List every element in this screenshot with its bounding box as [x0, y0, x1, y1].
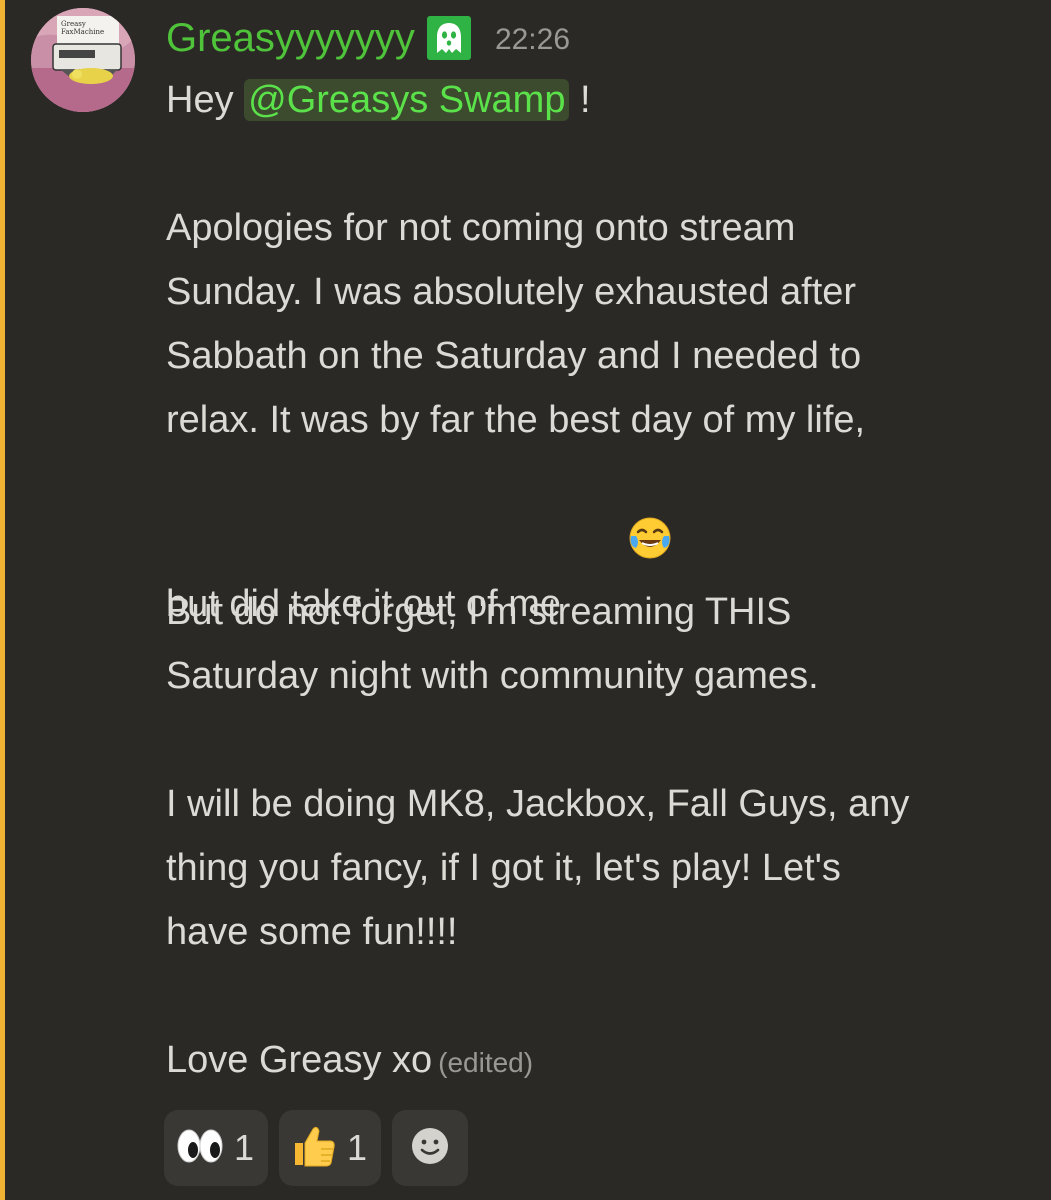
- greeting-punctuation: !: [569, 79, 591, 121]
- message-line: Sunday. I was absolutely exhausted after: [166, 271, 857, 313]
- avatar[interactable]: Greasy FaxMachine: [31, 8, 135, 112]
- message-line: Apologies for not coming onto stream: [166, 207, 796, 249]
- highlight-accent-bar: [0, 0, 5, 1200]
- message-line: I will be doing MK8, Jackbox, Fall Guys,…: [166, 783, 910, 825]
- add-reaction-button[interactable]: [392, 1110, 469, 1186]
- user-mention[interactable]: @Greasys Swamp: [244, 79, 570, 121]
- message-line: relax. It was by far the best day of my …: [166, 399, 866, 441]
- message-line: Hey @Greasys Swamp !: [166, 68, 1026, 132]
- message-line: Saturday night with community games.: [166, 655, 819, 697]
- ghost-role-icon: [426, 16, 471, 60]
- message-line: But do not forget, I'm streaming THIS: [166, 591, 792, 633]
- message-line: thing you fancy, if I got it, let's play…: [166, 847, 841, 889]
- message-line-blank: [166, 708, 1026, 772]
- message-line: have some fun!!!!: [166, 911, 458, 953]
- reaction-thumbs-up[interactable]: 1: [279, 1110, 382, 1186]
- message-line: Sabbath on the Saturday and I needed to: [166, 335, 862, 377]
- greeting-text: Hey: [166, 79, 245, 121]
- sign-off-text: Love Greasy xo: [166, 1039, 433, 1081]
- message-line-blank: [166, 132, 1026, 196]
- message-content: Hey @Greasys Swamp ! Apologies for not c…: [166, 68, 1026, 1092]
- edited-label[interactable]: (edited): [438, 1047, 533, 1078]
- reactions-bar: 1 1: [164, 1110, 469, 1186]
- message-timestamp[interactable]: 22:26: [495, 23, 570, 57]
- eyes-icon: [176, 1126, 224, 1171]
- thumbs-up-icon: [291, 1123, 337, 1174]
- message-line: Love Greasy xo (edited): [166, 1028, 1026, 1092]
- message-header: Greasyyyyyyy 22:26: [166, 12, 570, 64]
- message-line-blank: [166, 964, 1026, 1028]
- author-username[interactable]: Greasyyyyyyy: [166, 16, 415, 61]
- reaction-count: 1: [347, 1127, 368, 1168]
- avatar-caption: Greasy FaxMachine: [61, 20, 105, 36]
- reaction-count: 1: [234, 1127, 255, 1168]
- reaction-eyes[interactable]: 1: [164, 1110, 269, 1186]
- add-reaction-smiley-icon: [409, 1125, 451, 1172]
- message-line: but did take it out of me: [166, 452, 1026, 625]
